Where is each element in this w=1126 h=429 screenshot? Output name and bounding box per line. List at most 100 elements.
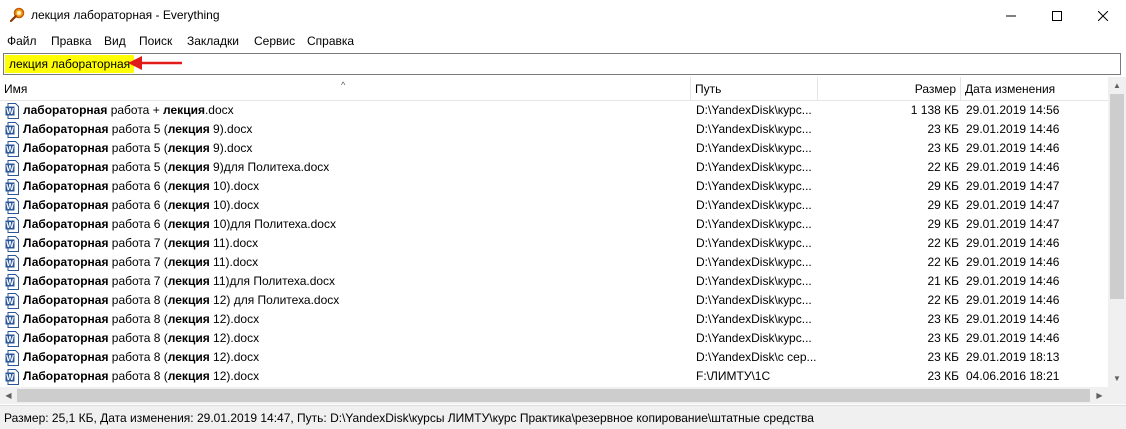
word-doc-icon: W (5, 236, 19, 252)
menu-bookmarks[interactable]: Закладки (187, 34, 239, 48)
file-date-modified: 04.06.2016 18:21 (966, 369, 1060, 383)
file-size: 1 138 КБ (910, 103, 959, 117)
word-doc-icon: W (5, 293, 19, 309)
file-path: D:\YandexDisk\курс... (696, 122, 812, 136)
column-header-path-label: Путь (695, 82, 722, 96)
scroll-up-icon[interactable]: ▲ (1108, 77, 1126, 94)
file-date-modified: 29.01.2019 14:47 (966, 198, 1060, 212)
file-path: D:\YandexDisk\курс... (696, 236, 812, 250)
file-date-modified: 29.01.2019 14:47 (966, 217, 1060, 231)
file-date-modified: 29.01.2019 14:46 (966, 160, 1060, 174)
column-header-size-label: Размер (914, 82, 956, 96)
word-doc-icon: W (5, 198, 19, 214)
file-date-modified: 29.01.2019 14:47 (966, 179, 1060, 193)
file-name-text: 10)для Политеха.docx (209, 217, 336, 231)
file-name-text: работа 5 ( (108, 141, 168, 155)
file-row[interactable]: W Лабораторная работа 7 (лекция 11).docx D… (0, 234, 1108, 253)
file-name: Лабораторная работа 8 (лекция 12) для По… (23, 291, 688, 310)
file-row[interactable]: Wлабораторная работа + лекция.docx D:\Yan… (0, 101, 1108, 120)
column-header-size[interactable]: Размер (818, 77, 961, 101)
menu-help[interactable]: Справка (307, 34, 354, 48)
file-path: D:\YandexDisk\курс... (696, 274, 812, 288)
vertical-scrollbar[interactable]: ▲ ▼ (1108, 77, 1126, 387)
file-path: D:\YandexDisk\курс... (696, 312, 812, 326)
file-row[interactable]: W Лабораторная работа 6 (лекция 10).docx D… (0, 177, 1108, 196)
file-name: Лабораторная работа 5 (лекция 9).docx (23, 139, 688, 158)
file-row[interactable]: W Лабораторная работа 6 (лекция 10).docx D… (0, 196, 1108, 215)
file-date-modified: 29.01.2019 18:13 (966, 350, 1060, 364)
word-doc-icon: W (5, 274, 19, 290)
file-name-text: 9).docx (209, 122, 253, 136)
minimize-button[interactable] (988, 0, 1034, 31)
scroll-left-icon[interactable]: ◀ (0, 387, 17, 404)
file-date-modified: 29.01.2019 14:46 (966, 312, 1060, 326)
column-header-name[interactable]: Имя ^ (0, 77, 691, 101)
file-row[interactable]: W Лабораторная работа 8 (лекция 12).docx D… (0, 310, 1108, 329)
file-name-text: 11).docx (209, 236, 259, 250)
file-size: 22 КБ (927, 160, 959, 174)
file-size: 22 КБ (927, 293, 959, 307)
horizontal-scrollbar[interactable]: ◀ ▶ (0, 387, 1108, 404)
file-row[interactable]: W Лабораторная работа 7 (лекция 11)для По… (0, 272, 1108, 291)
file-date-modified: 29.01.2019 14:46 (966, 236, 1060, 250)
match-highlight-text: лекция (167, 255, 210, 269)
svg-text:W: W (6, 183, 14, 192)
file-name-text: 12) для Политеха.docx (209, 293, 340, 307)
file-size: 23 КБ (927, 331, 959, 345)
match-highlight-text: лекция (167, 217, 210, 231)
match-highlight-text: Лабораторная (23, 198, 109, 212)
horizontal-scroll-thumb[interactable] (17, 389, 1090, 402)
svg-text:W: W (6, 316, 14, 325)
menu-edit[interactable]: Правка (51, 34, 92, 48)
file-row[interactable]: W Лабораторная работа 8 (лекция 12).docx D… (0, 348, 1108, 367)
column-header-date[interactable]: Дата изменения (961, 77, 1108, 101)
menu-search[interactable]: Поиск (139, 34, 172, 48)
column-header-path[interactable]: Путь (691, 77, 818, 101)
word-doc-icon: W (5, 122, 19, 138)
column-header-date-label: Дата изменения (965, 82, 1056, 96)
match-highlight-text: лекция (167, 293, 210, 307)
file-row[interactable]: W Лабораторная работа 8 (лекция 12).docx F… (0, 367, 1108, 386)
file-date-modified: 29.01.2019 14:46 (966, 293, 1060, 307)
file-name: лабораторная работа + лекция.docx (23, 101, 688, 120)
file-row[interactable]: W Лабораторная работа 5 (лекция 9).docx D:… (0, 120, 1108, 139)
file-size: 22 КБ (927, 236, 959, 250)
file-name-text: работа 7 ( (108, 274, 168, 288)
file-name-text: 11).docx (209, 255, 259, 269)
scrollbar-corner (1108, 387, 1126, 404)
match-highlight-text: Лабораторная (23, 217, 109, 231)
svg-text:W: W (6, 221, 14, 230)
scroll-right-icon[interactable]: ▶ (1091, 387, 1108, 404)
file-row[interactable]: W Лабораторная работа 8 (лекция 12).docx D… (0, 329, 1108, 348)
search-query-text: лекция лабораторная (5, 55, 135, 73)
menu-tools[interactable]: Сервис (254, 34, 295, 48)
match-highlight-text: Лабораторная (23, 293, 109, 307)
file-size: 23 КБ (927, 122, 959, 136)
file-name-text: 9).docx (209, 141, 253, 155)
magnifier-app-icon (9, 7, 25, 23)
file-row[interactable]: W Лабораторная работа 5 (лекция 9)для Пол… (0, 158, 1108, 177)
sort-ascending-icon: ^ (341, 80, 346, 90)
match-highlight-text: лекция (163, 103, 205, 117)
menu-file[interactable]: Файл (7, 34, 37, 48)
menu-view[interactable]: Вид (104, 34, 126, 48)
close-button[interactable] (1080, 0, 1126, 31)
file-size: 23 КБ (927, 312, 959, 326)
match-highlight-text: лекция (167, 369, 210, 383)
file-row[interactable]: W Лабораторная работа 5 (лекция 9).docx D:… (0, 139, 1108, 158)
match-highlight-text: Лабораторная (23, 160, 109, 174)
match-highlight-text: лекция (167, 350, 210, 364)
file-row[interactable]: W Лабораторная работа 7 (лекция 11).docx D… (0, 253, 1108, 272)
file-name-text: .docx (204, 103, 234, 117)
file-row[interactable]: W Лабораторная работа 8 (лекция 12) для П… (0, 291, 1108, 310)
file-row[interactable]: W Лабораторная работа 6 (лекция 10)для По… (0, 215, 1108, 234)
file-path: D:\YandexDisk\курс... (696, 255, 812, 269)
word-doc-icon: W (5, 350, 19, 366)
maximize-button[interactable] (1034, 0, 1080, 31)
file-name-text: 11)для Политеха.docx (209, 274, 336, 288)
scroll-down-icon[interactable]: ▼ (1108, 370, 1126, 387)
svg-text:W: W (6, 202, 14, 211)
vertical-scroll-thumb[interactable] (1110, 94, 1124, 299)
file-path: D:\YandexDisk\курс... (696, 160, 812, 174)
file-size: 23 КБ (927, 369, 959, 383)
